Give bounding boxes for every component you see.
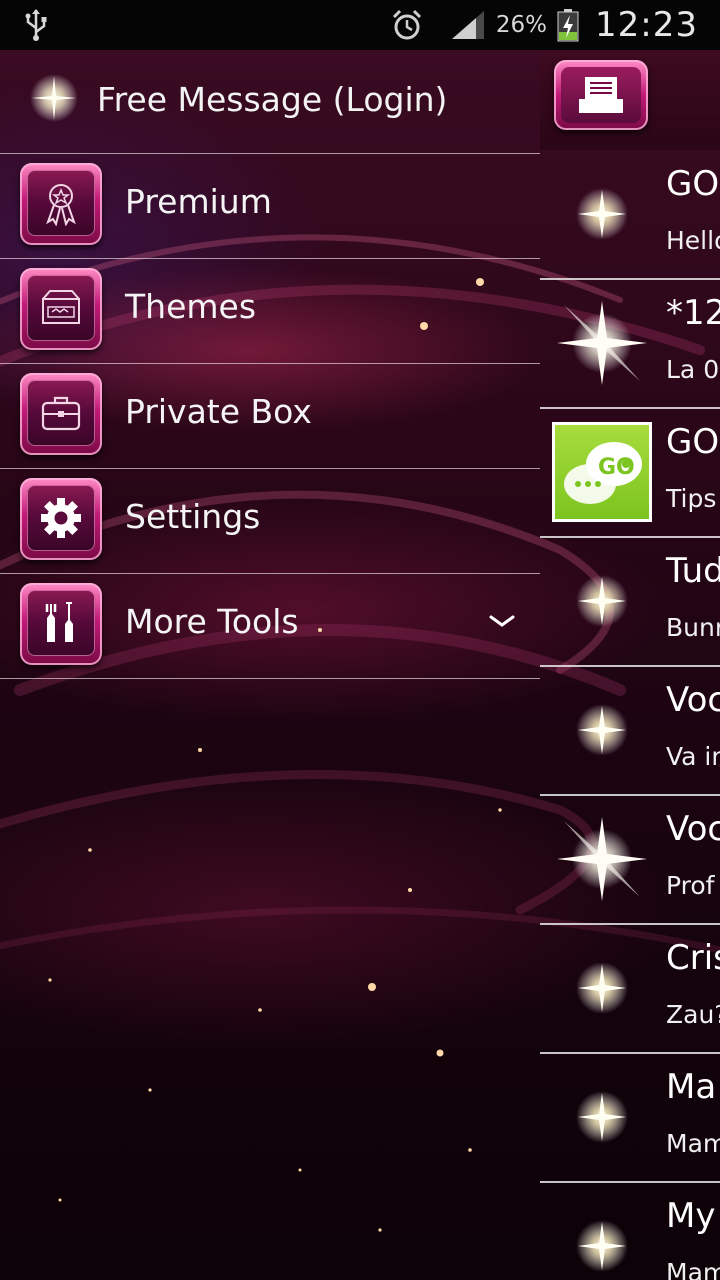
star-icon: [30, 74, 78, 122]
conversation-name: Voc: [666, 680, 720, 720]
conversation-name: *12: [666, 293, 720, 333]
navigation-drawer: Free Message (Login) Premium Themes Priv…: [0, 50, 540, 1280]
menu-label-more-tools: More Tools: [125, 602, 299, 641]
private-box-icon-button: [20, 373, 102, 455]
conversation-snippet: Zau?: [666, 1000, 720, 1029]
contact-avatar-star-icon: [552, 164, 652, 264]
conversation-row[interactable]: *12 La 0: [540, 279, 720, 407]
menu-label-themes: Themes: [125, 287, 257, 326]
contact-avatar-star-icon: [552, 938, 652, 1038]
conversation-snippet: La 0: [666, 355, 720, 384]
more-tools-icon-button: [20, 583, 102, 665]
themes-icon-button: [20, 268, 102, 350]
drawer-header[interactable]: Free Message (Login): [0, 50, 540, 153]
conversation-name: Ma: [666, 1067, 717, 1107]
conversation-name: My: [666, 1196, 716, 1236]
go-sms-logo-icon: GO: [552, 422, 652, 522]
ribbon-award-icon: [46, 184, 76, 226]
battery-charging-icon: [557, 9, 579, 42]
conversation-row[interactable]: Cris Zau?: [540, 924, 720, 1052]
conversation-snippet: Va ir: [666, 742, 720, 771]
conversation-name: Cris: [666, 938, 720, 978]
tools-icon: [45, 602, 73, 642]
clock-time: 12:23: [595, 5, 698, 45]
divider: [0, 678, 540, 679]
menu-label-private-box: Private Box: [125, 392, 312, 431]
conversation-name: GO: [666, 164, 720, 204]
conversation-row[interactable]: Tud Bunr: [540, 537, 720, 665]
menu-item-private-box[interactable]: Private Box: [0, 364, 540, 468]
contact-avatar-star-icon: [552, 293, 652, 393]
conversation-snippet: Bunr: [666, 613, 720, 642]
briefcase-icon: [41, 396, 81, 431]
contact-avatar-star-icon: [552, 1067, 652, 1167]
conversation-snippet: Hello: [666, 226, 720, 255]
themes-store-icon: [42, 290, 80, 324]
alarm-icon: [392, 9, 421, 40]
battery-percent: 26%: [495, 12, 548, 38]
conversation-snippet: Prof: [666, 871, 715, 900]
gear-icon: [41, 498, 81, 538]
conversation-row[interactable]: Voc Prof: [540, 795, 720, 923]
status-bar: 26% 12:23: [0, 0, 720, 50]
conversation-toolbar: [540, 50, 720, 150]
inbox-button[interactable]: [554, 60, 648, 130]
conversation-name: Voc: [666, 809, 720, 849]
conversation-snippet: Tips: [666, 484, 717, 513]
conversation-row[interactable]: GO Hello: [540, 150, 720, 278]
contact-avatar-star-icon: [552, 551, 652, 651]
menu-item-themes[interactable]: Themes: [0, 259, 540, 363]
menu-label-premium: Premium: [125, 182, 272, 221]
svg-text:GO: GO: [598, 455, 635, 480]
conversation-row[interactable]: Voc Va ir: [540, 666, 720, 794]
conversation-list-panel: GOHello*12La 0GOGOTipsTudBunrVocVa irVoc…: [540, 50, 720, 1280]
menu-item-more-tools[interactable]: More Tools: [0, 574, 540, 678]
premium-icon-button: [20, 163, 102, 245]
inbox-icon: [579, 77, 623, 113]
menu-label-settings: Settings: [125, 497, 261, 536]
conversation-row[interactable]: GO GO Tips: [540, 408, 720, 536]
conversation-row[interactable]: My Mam: [540, 1182, 720, 1280]
menu-item-settings[interactable]: Settings: [0, 469, 540, 573]
conversation-row[interactable]: Ma Mam: [540, 1053, 720, 1181]
signal-icon: [451, 11, 484, 39]
login-title: Free Message (Login): [97, 80, 448, 119]
contact-avatar-star-icon: [552, 809, 652, 909]
menu-item-premium[interactable]: Premium: [0, 154, 540, 258]
contact-avatar-star-icon: [552, 680, 652, 780]
settings-icon-button: [20, 478, 102, 560]
conversation-snippet: Mam: [666, 1129, 720, 1158]
contact-avatar-star-icon: [552, 1196, 652, 1280]
conversation-name: Tud: [666, 551, 720, 591]
chevron-down-icon[interactable]: [488, 612, 516, 630]
conversation-snippet: Mam: [666, 1258, 720, 1280]
conversation-name: GO: [666, 422, 720, 462]
usb-icon: [25, 9, 47, 41]
